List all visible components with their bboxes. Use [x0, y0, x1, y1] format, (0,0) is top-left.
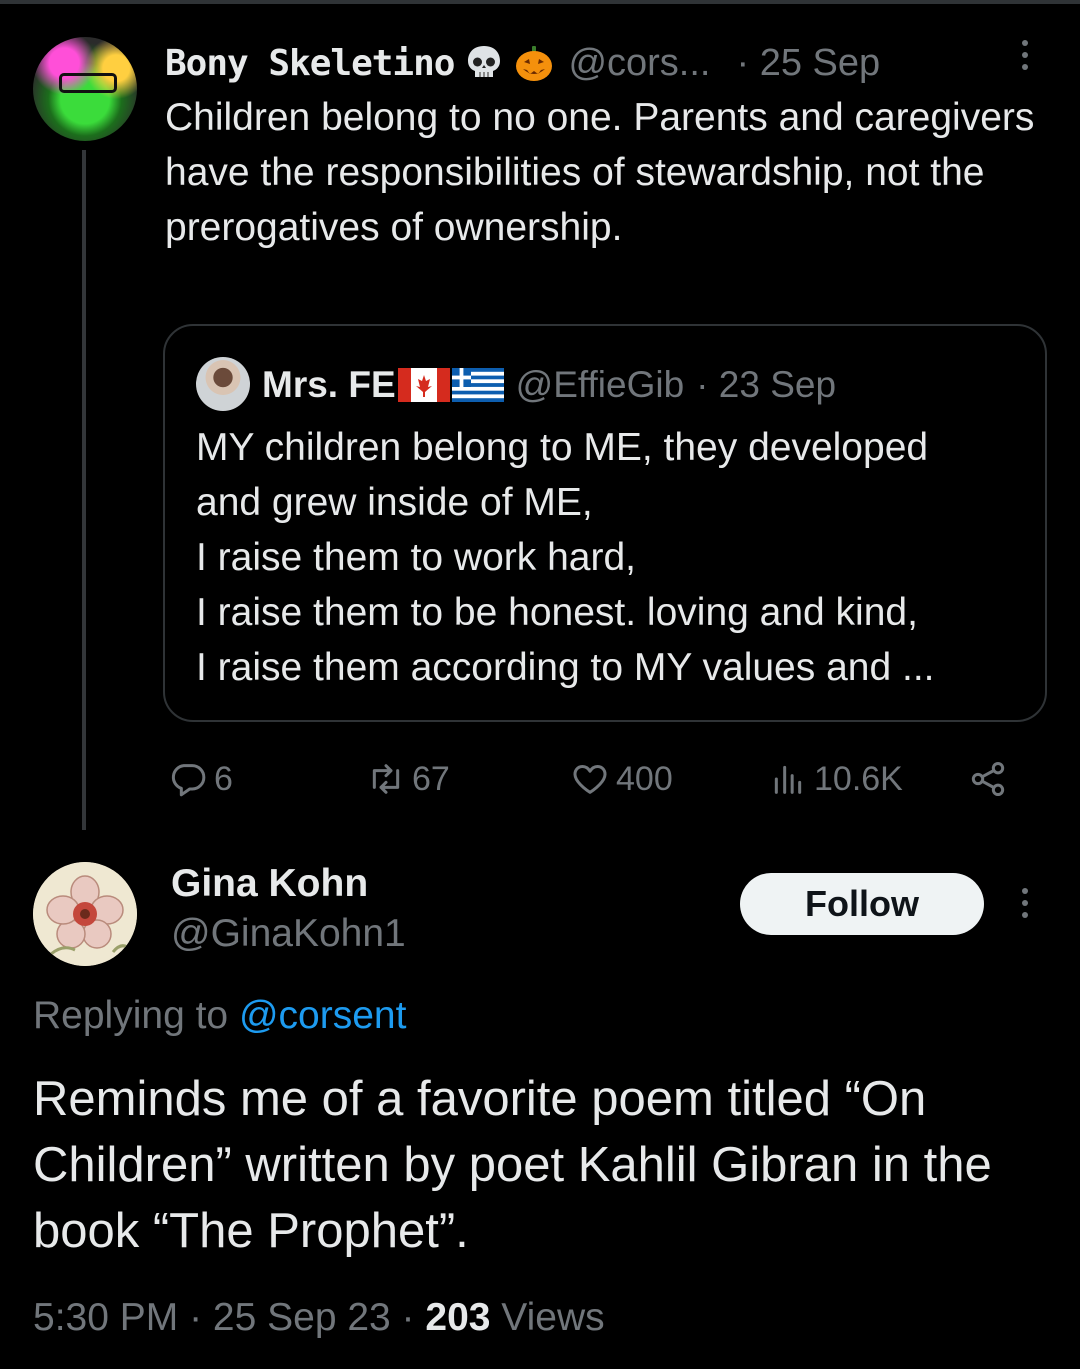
quoted-tweet-text: MY children belong to ME, they developed…	[196, 420, 1026, 695]
like-count: 400	[616, 759, 673, 798]
bar-chart-icon	[774, 765, 802, 794]
glasses-detail	[59, 73, 117, 93]
author-handle[interactable]: @cors...	[568, 42, 710, 85]
reply-author-handle[interactable]: @GinaKohn1	[171, 912, 406, 956]
heart-icon	[573, 765, 607, 794]
share-icon	[971, 762, 1005, 796]
reply-view-count: 203	[425, 1296, 491, 1339]
skull-emoji-icon	[468, 46, 501, 77]
author-name[interactable]: Bony Skeletino	[165, 43, 455, 84]
reply-views-label: Views	[490, 1296, 605, 1339]
thread-line	[82, 150, 86, 830]
quoted-line: I raise them to be honest. loving and ki…	[196, 591, 918, 634]
like-button[interactable]: 400	[570, 752, 673, 806]
greece-flag-icon	[451, 368, 504, 402]
canada-flag-icon	[397, 368, 450, 402]
reply-count: 6	[214, 759, 233, 798]
repost-count: 67	[412, 759, 450, 798]
view-count: 10.6K	[814, 759, 903, 798]
share-button[interactable]	[968, 752, 1014, 806]
flower-illustration-icon	[33, 862, 137, 966]
jack-o-lantern-emoji-icon	[516, 46, 553, 81]
quoted-author-handle: @EffieGib	[515, 364, 685, 405]
reply-bubble-icon	[171, 764, 206, 797]
reply-timestamp[interactable]: 5:30 PM · 25 Sep 23 ·	[33, 1296, 425, 1339]
views-button[interactable]: 10.6K	[768, 752, 903, 806]
tweet-date[interactable]: · 25 Sep	[736, 42, 880, 85]
quoted-tweet-header: Mrs. FE @EffieGib · 23 Sep	[262, 356, 836, 414]
replying-to-line: Replying to @corsent	[33, 994, 406, 1038]
tweet-text: Children belong to no one. Parents and c…	[165, 96, 1035, 249]
reply-metadata: 5:30 PM · 25 Sep 23 · 203 Views	[33, 1296, 605, 1340]
quoted-line: I raise them according to MY values and …	[196, 646, 935, 689]
more-options-icon[interactable]	[1016, 888, 1034, 926]
repost-button[interactable]: 67	[366, 752, 450, 806]
avatar-bony-skeletino[interactable]	[33, 37, 137, 141]
quoted-author-name: Mrs. FE	[262, 364, 396, 405]
avatar-gina-kohn[interactable]	[33, 862, 137, 966]
reply-button[interactable]: 6	[168, 752, 233, 806]
tweet-action-bar: 6 67 400 10.6K	[168, 752, 1048, 806]
repost-icon	[372, 764, 400, 794]
quoted-line: I raise them to work hard,	[196, 536, 637, 579]
reply-author-name[interactable]: Gina Kohn	[171, 862, 368, 906]
follow-button[interactable]: Follow	[740, 873, 984, 935]
parent-tweet-header: Bony Skeletino @cors... · 25 Sep	[165, 38, 880, 88]
replying-mention-link[interactable]: @corsent	[239, 994, 406, 1037]
replying-prefix: Replying to	[33, 994, 229, 1037]
quoted-tweet-date: · 23 Sep	[696, 364, 837, 405]
avatar-mrs-fe	[196, 357, 250, 411]
quoted-line: MY children belong to ME, they developed	[196, 426, 929, 469]
quoted-line: and grew inside of ME,	[196, 481, 593, 524]
top-divider	[0, 0, 1080, 4]
more-options-icon[interactable]	[1016, 40, 1034, 78]
quoted-tweet[interactable]: Mrs. FE @EffieGib · 23 Sep MY children b…	[163, 324, 1047, 722]
reply-text: Reminds me of a favorite poem titled “On…	[33, 1072, 992, 1258]
